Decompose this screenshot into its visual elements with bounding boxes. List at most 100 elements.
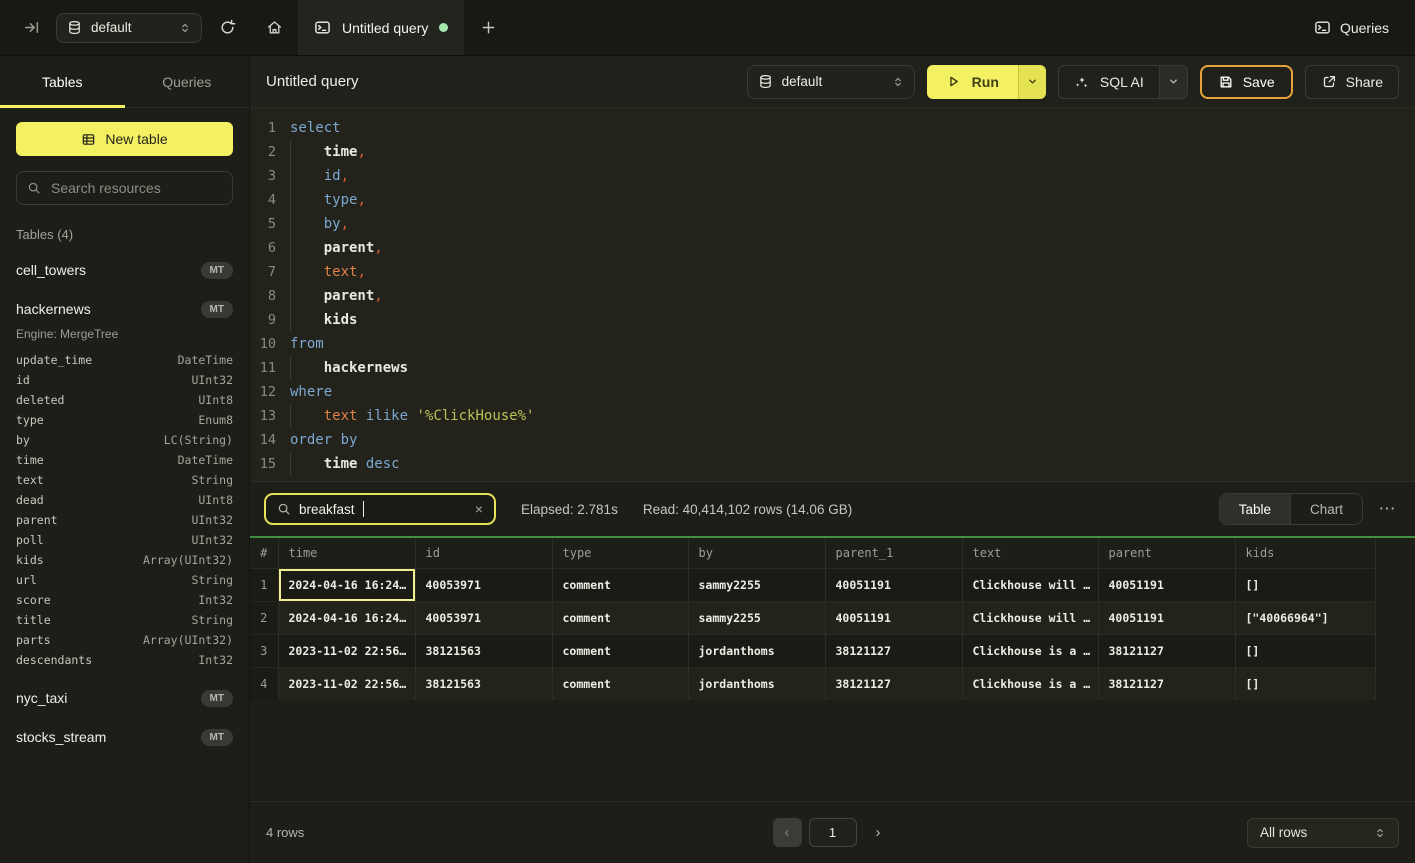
more-options-button[interactable]: ⋯ [1373, 495, 1401, 523]
column-header[interactable]: time [278, 538, 415, 568]
column-row[interactable]: textString [16, 470, 233, 490]
editor-line[interactable]: 6 parent, [250, 236, 1415, 260]
table-cell[interactable]: [] [1235, 667, 1375, 700]
table-cell[interactable]: comment [552, 667, 688, 700]
column-row[interactable]: titleString [16, 610, 233, 630]
table-cell[interactable]: Clickhouse will … [962, 601, 1098, 634]
row-number-cell[interactable]: 3 [250, 634, 278, 667]
table-cell[interactable]: 2024-04-16 16:24… [278, 568, 415, 601]
column-header[interactable]: kids [1235, 538, 1375, 568]
table-cell[interactable]: [] [1235, 634, 1375, 667]
editor-line[interactable]: 11 hackernews [250, 356, 1415, 380]
new-table-button[interactable]: New table [16, 122, 233, 156]
editor-line[interactable]: 9 kids [250, 308, 1415, 332]
table-cell[interactable]: 2023-11-02 22:56… [278, 634, 415, 667]
table-item[interactable]: nyc_taxiMT [16, 687, 233, 709]
table-cell[interactable]: ["40066964"] [1235, 601, 1375, 634]
editor-line[interactable]: 5 by, [250, 212, 1415, 236]
column-row[interactable]: deletedUInt8 [16, 390, 233, 410]
queries-button[interactable]: Queries [1288, 0, 1415, 55]
column-row[interactable]: timeDateTime [16, 450, 233, 470]
page-number-input[interactable]: 1 [809, 818, 857, 847]
column-row[interactable]: descendantsInt32 [16, 650, 233, 670]
sql-editor[interactable]: 1select2 time,3 id,4 type,5 by,6 parent,… [250, 108, 1415, 481]
sidebar-tab-tables[interactable]: Tables [0, 56, 125, 107]
column-header[interactable]: by [688, 538, 825, 568]
column-row[interactable]: partsArray(UInt32) [16, 630, 233, 650]
table-cell[interactable]: comment [552, 568, 688, 601]
table-cell[interactable]: 40051191 [825, 601, 962, 634]
column-header[interactable]: type [552, 538, 688, 568]
editor-line[interactable]: 4 type, [250, 188, 1415, 212]
table-cell[interactable]: 40051191 [1098, 601, 1235, 634]
results-search-input[interactable]: breakfast × [264, 493, 496, 525]
column-header[interactable]: # [250, 538, 278, 568]
table-cell[interactable]: comment [552, 634, 688, 667]
table-cell[interactable]: [] [1235, 568, 1375, 601]
column-header[interactable]: parent_1 [825, 538, 962, 568]
column-row[interactable]: pollUInt32 [16, 530, 233, 550]
table-cell[interactable]: 38121127 [825, 667, 962, 700]
database-selector[interactable]: default [56, 13, 202, 43]
table-cell[interactable]: 38121127 [1098, 634, 1235, 667]
sql-ai-options-button[interactable] [1159, 66, 1187, 98]
save-button[interactable]: Save [1200, 65, 1293, 99]
share-button[interactable]: Share [1305, 65, 1399, 99]
table-item[interactable]: stocks_streamMT [16, 726, 233, 748]
editor-line[interactable]: 7 text, [250, 260, 1415, 284]
table-cell[interactable]: 40053971 [415, 568, 552, 601]
table-cell[interactable]: 2024-04-16 16:24… [278, 601, 415, 634]
table-cell[interactable]: 38121563 [415, 667, 552, 700]
column-row[interactable]: urlString [16, 570, 233, 590]
editor-line[interactable]: 1select [250, 116, 1415, 140]
query-database-selector[interactable]: default [747, 65, 915, 99]
new-tab-button[interactable] [464, 0, 512, 55]
table-cell[interactable]: comment [552, 601, 688, 634]
column-header[interactable]: parent [1098, 538, 1235, 568]
row-number-cell[interactable]: 2 [250, 601, 278, 634]
table-cell[interactable]: 40051191 [1098, 568, 1235, 601]
resource-search-input[interactable] [49, 179, 222, 197]
column-header[interactable]: text [962, 538, 1098, 568]
row-number-cell[interactable]: 4 [250, 667, 278, 700]
run-button[interactable]: Run [927, 65, 1018, 99]
column-row[interactable]: scoreInt32 [16, 590, 233, 610]
prev-page-button[interactable]: ‹ [773, 818, 802, 847]
editor-line[interactable]: 10from [250, 332, 1415, 356]
page-size-selector[interactable]: All rows [1247, 818, 1399, 848]
column-row[interactable]: idUInt32 [16, 370, 233, 390]
column-row[interactable]: update_timeDateTime [16, 350, 233, 370]
table-cell[interactable]: Clickhouse is a … [962, 667, 1098, 700]
next-page-button[interactable]: › [864, 818, 893, 847]
editor-line[interactable]: 12where [250, 380, 1415, 404]
table-cell[interactable]: 40051191 [825, 568, 962, 601]
tab-untitled-query[interactable]: Untitled query [298, 0, 464, 55]
editor-line[interactable]: 14order by [250, 428, 1415, 452]
table-cell[interactable]: jordanthoms [688, 667, 825, 700]
table-cell[interactable]: 38121127 [825, 634, 962, 667]
resource-search[interactable] [16, 171, 233, 205]
table-cell[interactable]: sammy2255 [688, 601, 825, 634]
table-item[interactable]: hackernewsMT [16, 298, 233, 320]
column-row[interactable]: typeEnum8 [16, 410, 233, 430]
view-toggle-table[interactable]: Table [1220, 494, 1290, 524]
sql-ai-button[interactable]: SQL AI [1059, 66, 1159, 98]
refresh-button[interactable] [214, 15, 240, 41]
editor-line[interactable]: 15 time desc [250, 452, 1415, 476]
editor-line[interactable]: 2 time, [250, 140, 1415, 164]
column-row[interactable]: deadUInt8 [16, 490, 233, 510]
table-item[interactable]: cell_towersMT [16, 259, 233, 281]
column-row[interactable]: byLC(String) [16, 430, 233, 450]
table-cell[interactable]: 40053971 [415, 601, 552, 634]
table-cell[interactable]: 38121127 [1098, 667, 1235, 700]
table-cell[interactable]: sammy2255 [688, 568, 825, 601]
collapse-sidebar-button[interactable] [18, 15, 44, 41]
row-number-cell[interactable]: 1 [250, 568, 278, 601]
column-row[interactable]: parentUInt32 [16, 510, 233, 530]
column-row[interactable]: kidsArray(UInt32) [16, 550, 233, 570]
editor-line[interactable]: 13 text ilike '%ClickHouse%' [250, 404, 1415, 428]
editor-line[interactable]: 3 id, [250, 164, 1415, 188]
sidebar-tab-queries[interactable]: Queries [125, 56, 250, 107]
column-header[interactable]: id [415, 538, 552, 568]
run-options-button[interactable] [1018, 65, 1046, 99]
